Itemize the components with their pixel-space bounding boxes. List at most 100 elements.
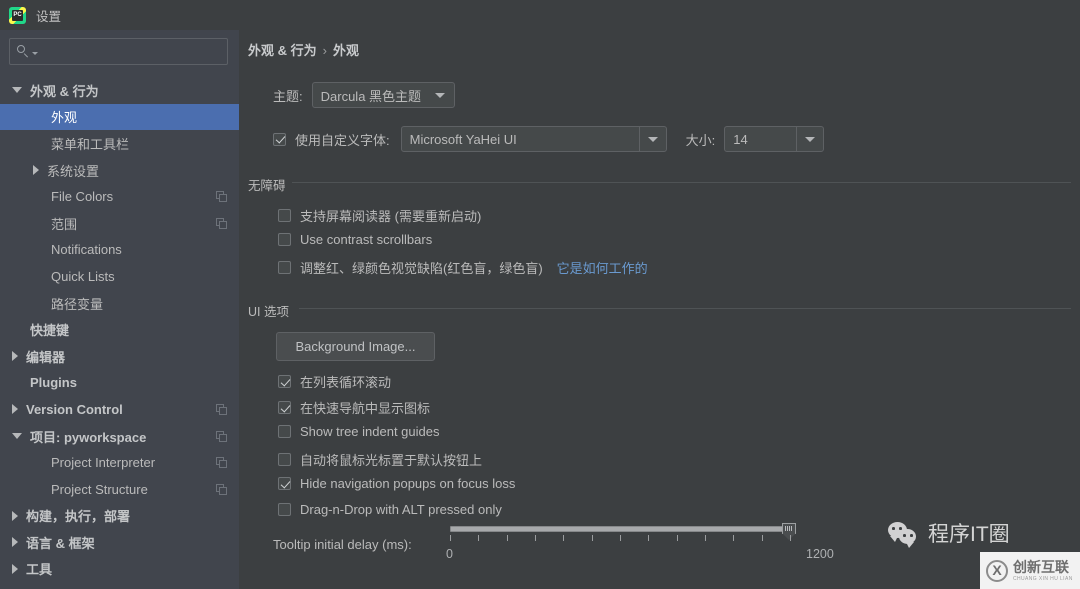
sidebar-item[interactable]: 编辑器 [0, 343, 239, 370]
screen-reader-checkbox[interactable] [278, 209, 291, 222]
cursor-on-default-button-checkbox[interactable] [278, 453, 291, 466]
chevron-right-icon[interactable] [12, 510, 18, 521]
sidebar-item[interactable]: 语言 & 框架 [0, 529, 239, 556]
slider-tick [705, 535, 706, 541]
sidebar-item[interactable]: 系统设置 [0, 157, 239, 184]
font-size-dropdown-arrow[interactable] [796, 127, 823, 151]
chevron-right-icon[interactable] [12, 563, 18, 574]
sidebar-item[interactable]: 项目: pyworkspace [0, 423, 239, 450]
breadcrumb: 外观 & 行为 › 外观 [248, 40, 359, 59]
copy-icon[interactable] [216, 457, 227, 469]
tooltip-delay-track[interactable] [450, 526, 790, 532]
hide-nav-popups-checkbox[interactable] [278, 477, 291, 490]
font-family-select[interactable]: Microsoft YaHei UI [400, 126, 667, 152]
sidebar-item[interactable]: Notifications [0, 237, 239, 264]
sidebar-item-label: 菜单和工具栏 [51, 136, 130, 152]
sidebar-item-label: 快捷键 [30, 323, 70, 339]
chevron-down-icon[interactable] [12, 87, 22, 94]
chevron-right-icon[interactable] [12, 404, 18, 415]
color-deficiency-row[interactable]: 调整红、绿颜色视觉缺陷(红色盲，绿色盲) 它是如何工作的 [278, 258, 648, 277]
sidebar-item[interactable]: 工具 [0, 556, 239, 583]
font-family-dropdown-arrow[interactable] [638, 127, 666, 151]
theme-label: 主题: [273, 88, 303, 104]
sidebar-item[interactable]: Quick Lists [0, 263, 239, 290]
chevron-right-icon[interactable] [12, 537, 18, 548]
search-field[interactable] [9, 38, 228, 65]
background-image-button[interactable]: Background Image... [276, 332, 435, 361]
drag-n-drop-alt-row[interactable]: Drag-n-Drop with ALT pressed only [278, 502, 502, 517]
tooltip-delay-thumb[interactable] [782, 523, 796, 534]
sidebar-item[interactable]: Project Interpreter [0, 449, 239, 476]
copy-icon[interactable] [216, 430, 227, 442]
window-title: 设置 [36, 9, 62, 24]
sidebar-item[interactable]: 菜单和工具栏 [0, 130, 239, 157]
breadcrumb-parent[interactable]: 外观 & 行为 [248, 43, 317, 58]
chevron-down-icon [647, 136, 658, 142]
sidebar-item-label: 构建，执行，部署 [26, 509, 131, 525]
sidebar-item[interactable]: 路径变量 [0, 290, 239, 317]
theme-select[interactable]: Darcula 黑色主题 [311, 82, 455, 108]
settings-content: 外观 & 行为 › 外观 主题: Darcula 黑色主题 使用自定义字体: Mic… [239, 30, 1080, 589]
copy-icon[interactable] [216, 217, 227, 229]
copy-icon[interactable] [216, 191, 227, 203]
ui-options-group-title: UI 选项 [248, 301, 295, 320]
chuangxin-logo-icon: X [986, 559, 1008, 582]
tooltip-delay-min-label: 0 [446, 547, 453, 561]
search-input[interactable] [38, 43, 227, 60]
contrast-scrollbars-row[interactable]: Use contrast scrollbars [278, 232, 432, 247]
contrast-scrollbars-label: Use contrast scrollbars [300, 232, 433, 247]
sidebar-item-label: Version Control [26, 401, 123, 417]
chuangxin-watermark-text: 创新互联 [1013, 558, 1069, 575]
sidebar-item[interactable]: Plugins [0, 370, 239, 397]
color-deficiency-checkbox[interactable] [278, 261, 291, 274]
quick-nav-icons-checkbox[interactable] [278, 401, 291, 414]
copy-icon[interactable] [216, 404, 227, 416]
screen-reader-label: 支持屏幕阅读器 (需要重新启动) [300, 209, 482, 224]
how-it-works-link[interactable]: 它是如何工作的 [557, 258, 648, 277]
slider-tick [591, 535, 593, 541]
sidebar-item[interactable]: File Colors [0, 183, 239, 210]
chevron-right-icon[interactable] [12, 351, 18, 362]
breadcrumb-separator: › [322, 43, 327, 58]
sidebar-item-label: 范围 [51, 216, 78, 232]
cursor-on-default-button-row[interactable]: 自动将鼠标光标置于默认按钮上 [278, 450, 482, 469]
screen-reader-row[interactable]: 支持屏幕阅读器 (需要重新启动) [278, 206, 481, 225]
sidebar-item[interactable]: 外观 [0, 103, 239, 131]
sidebar-item[interactable]: 范围 [0, 210, 239, 237]
slider-tick [478, 535, 480, 541]
sidebar-item[interactable]: Project Structure [0, 476, 239, 503]
settings-tree: 外观 & 行为 外观菜单和工具栏系统设置 File Colors 范围 Notifica… [0, 77, 239, 589]
chevron-down-icon[interactable] [12, 433, 22, 440]
theme-value: Darcula 黑色主题 [320, 88, 422, 104]
chuangxin-watermark: X 创新互联 CHUANG XIN HU LIAN [980, 552, 1080, 589]
sidebar-item[interactable]: Version Control [0, 396, 239, 423]
cursor-on-default-button-label: 自动将鼠标光标置于默认按钮上 [300, 453, 483, 468]
cyclic-scroll-checkbox[interactable] [278, 375, 291, 388]
hide-nav-popups-row[interactable]: Hide navigation popups on focus loss [278, 476, 515, 491]
sidebar-item-label: Project Structure [51, 481, 148, 497]
copy-icon[interactable] [216, 483, 227, 495]
quick-nav-icons-row[interactable]: 在快速导航中显示图标 [278, 398, 430, 417]
drag-n-drop-alt-checkbox[interactable] [278, 503, 291, 516]
cyclic-scroll-row[interactable]: 在列表循环滚动 [278, 372, 391, 391]
sidebar-item-label: 编辑器 [26, 349, 66, 365]
sidebar-item[interactable]: 外观 & 行为 [0, 77, 239, 104]
font-size-select[interactable]: 14 [724, 126, 825, 152]
chevron-right-icon[interactable] [33, 165, 39, 176]
contrast-scrollbars-checkbox[interactable] [278, 233, 291, 246]
slider-tick [733, 535, 735, 541]
breadcrumb-current: 外观 [332, 43, 359, 58]
sidebar-item-label: 路径变量 [51, 296, 104, 312]
tree-indent-guides-checkbox[interactable] [278, 425, 291, 438]
sidebar-item[interactable]: 构建，执行，部署 [0, 503, 239, 530]
use-custom-font-checkbox[interactable] [273, 132, 286, 146]
ui-options-group-divider [299, 308, 1071, 309]
font-size-value: 14 [733, 131, 748, 147]
tree-indent-guides-row[interactable]: Show tree indent guides [278, 424, 439, 439]
sidebar-item[interactable]: 快捷键 [0, 316, 239, 343]
tooltip-delay-max-label: 1200 [806, 547, 834, 561]
